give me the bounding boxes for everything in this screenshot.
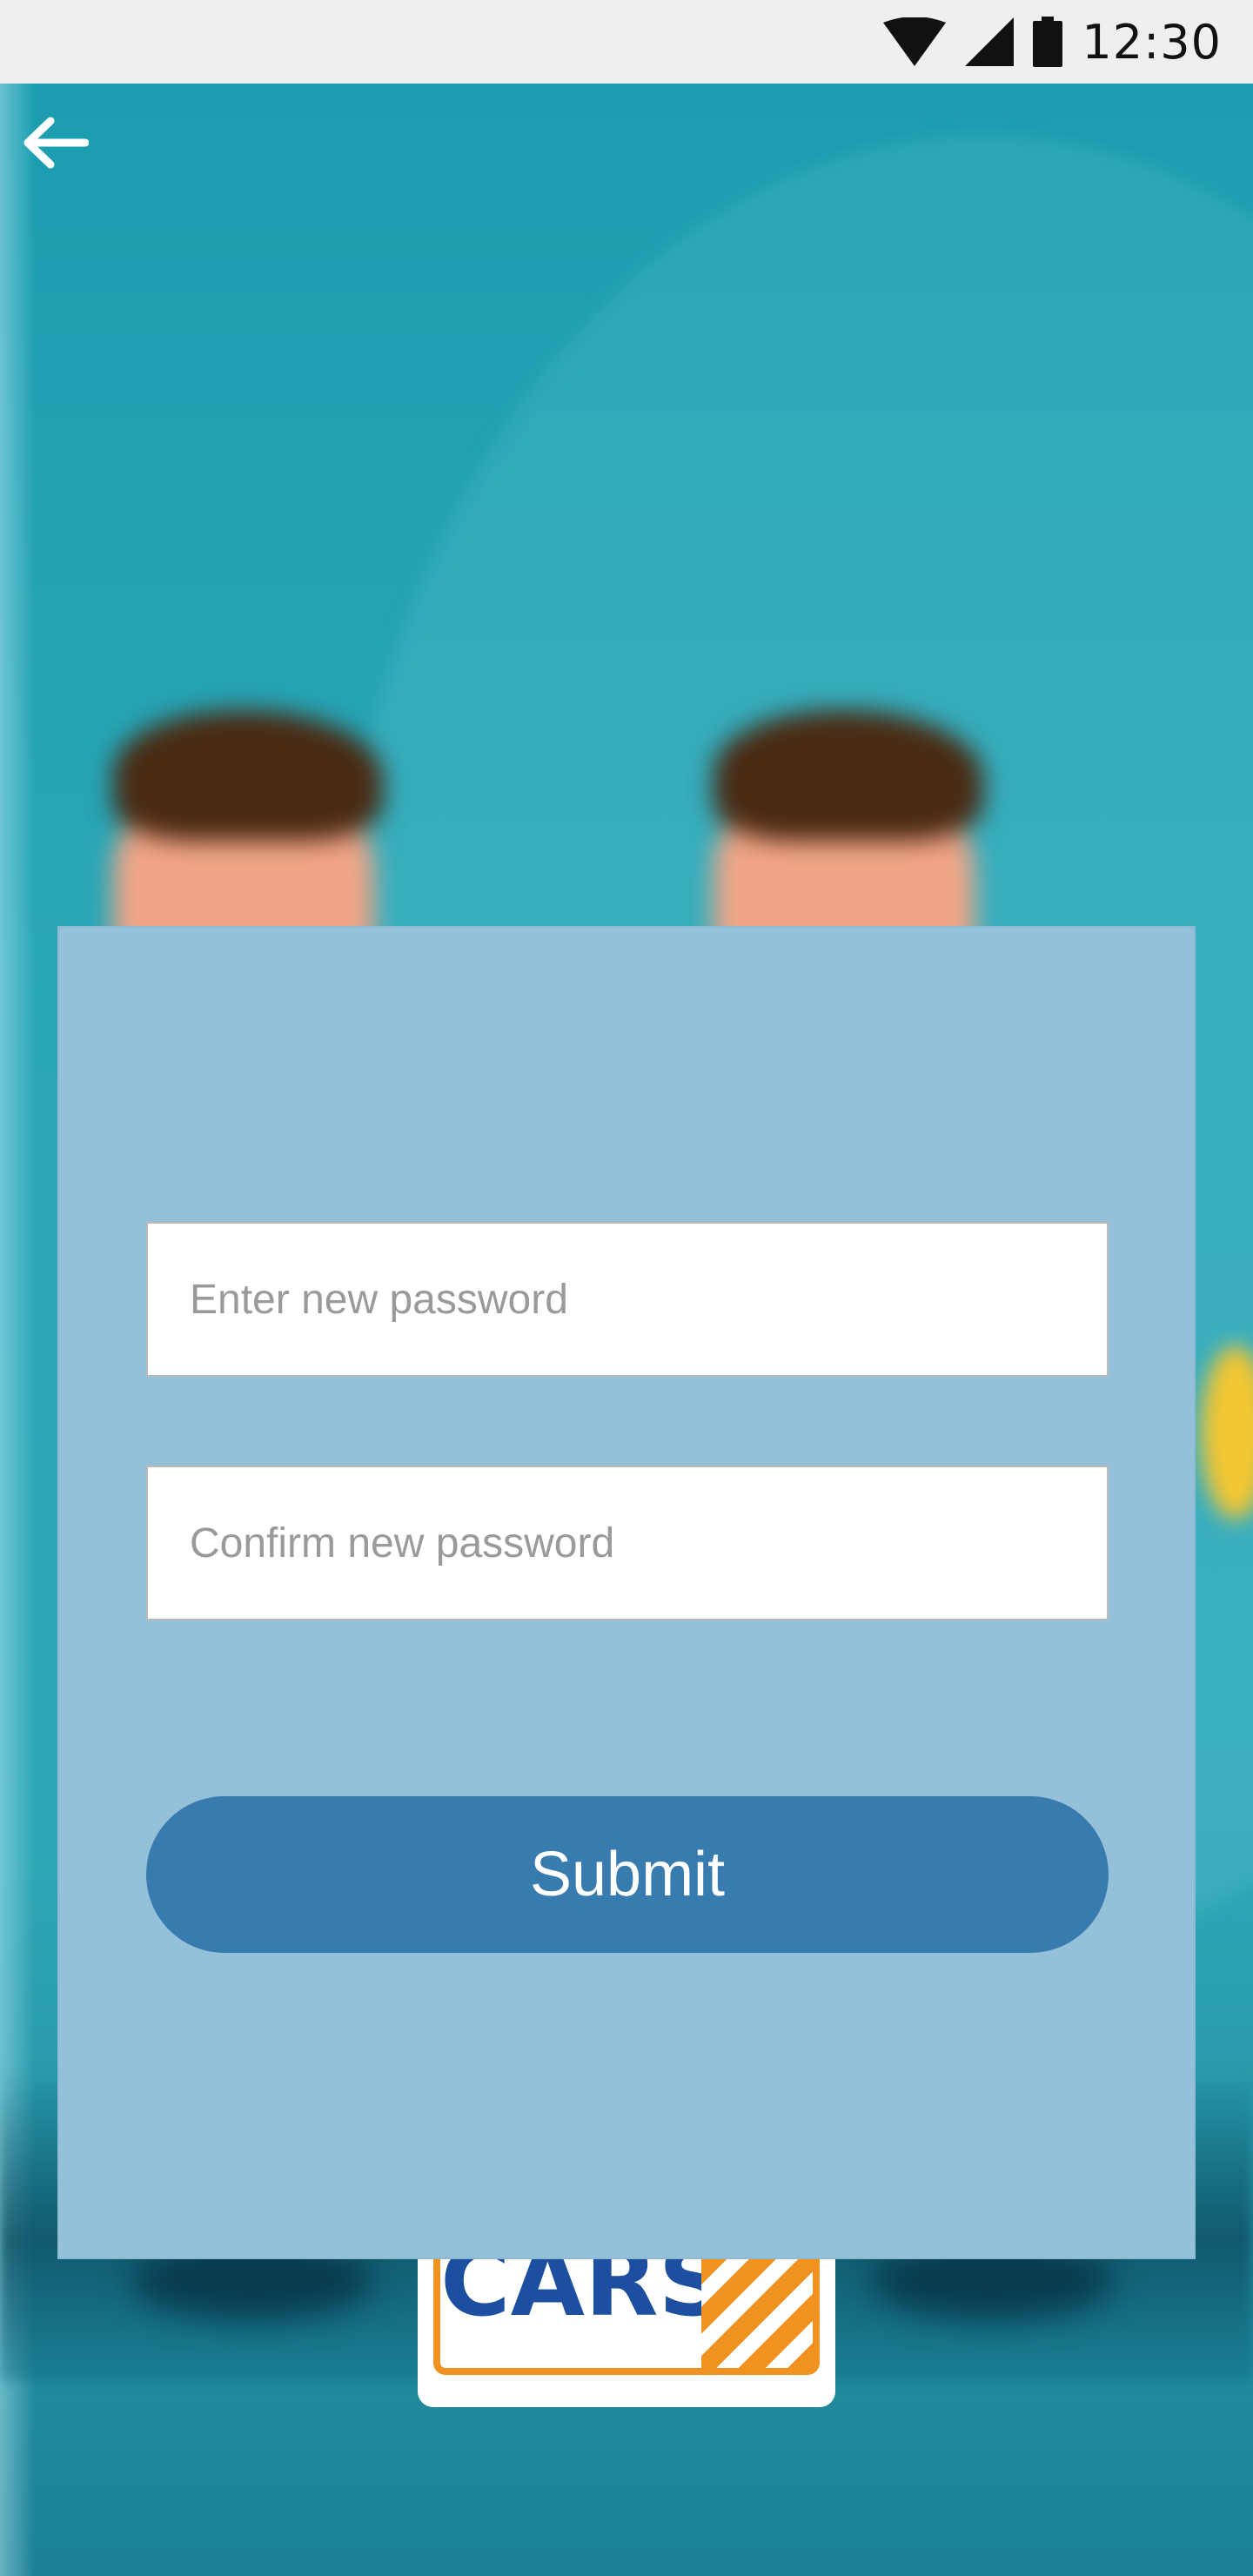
logo-text: CARS — [440, 2257, 727, 2338]
status-icons: 12:30 — [883, 0, 1222, 84]
status-time: 12:30 — [1082, 14, 1222, 70]
arrow-left-icon — [23, 117, 89, 169]
confirm-password-input[interactable] — [148, 1467, 1107, 1619]
wifi-icon — [883, 17, 947, 66]
submit-button[interactable]: Submit — [146, 1796, 1109, 1953]
battery-icon — [1033, 17, 1063, 67]
status-bar: 12:30 — [0, 0, 1253, 84]
app-logo: CARS — [418, 2242, 835, 2407]
new-password-input[interactable] — [148, 1224, 1107, 1375]
cell-signal-icon — [965, 17, 1015, 66]
new-password-field[interactable] — [146, 1222, 1109, 1377]
reset-password-dialog: Submit — [57, 926, 1196, 2259]
back-button[interactable] — [14, 101, 97, 184]
confirm-password-field[interactable] — [146, 1466, 1109, 1620]
